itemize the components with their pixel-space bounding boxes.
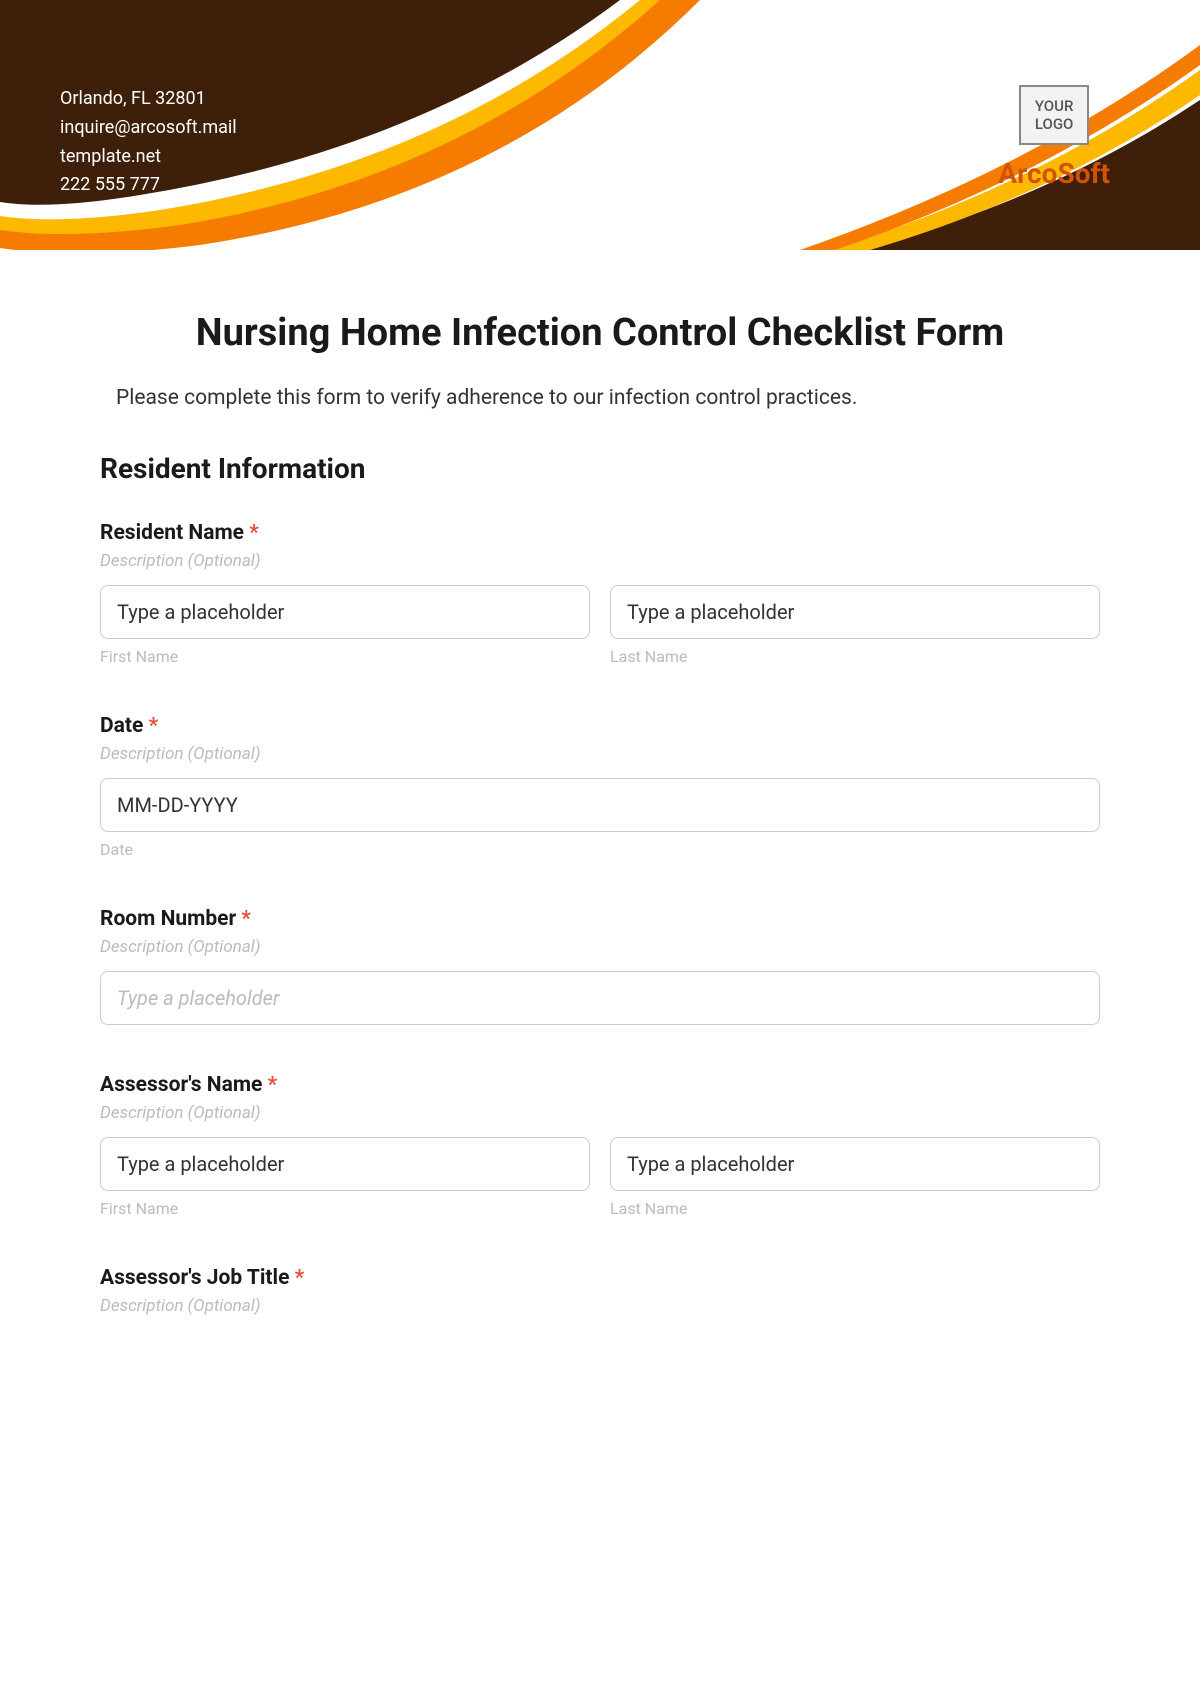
logo-block: YOUR LOGO ArcoSoft — [998, 85, 1110, 190]
required-icon: * — [249, 521, 259, 545]
input-room-number[interactable] — [100, 971, 1100, 1025]
input-resident-first-name[interactable] — [100, 585, 590, 639]
label-assessor-job: Assessor's Job Title * — [100, 1266, 1100, 1290]
desc-resident-name: Description (Optional) — [100, 551, 1100, 571]
label-assessor-name: Assessor's Name * — [100, 1073, 1100, 1097]
required-icon: * — [268, 1073, 278, 1097]
desc-assessor-name: Description (Optional) — [100, 1103, 1100, 1123]
label-date: Date * — [100, 714, 1100, 738]
section-resident-info: Resident Information — [100, 452, 1100, 485]
logo-placeholder: YOUR LOGO — [1019, 85, 1090, 145]
sublabel-date: Date — [100, 840, 1100, 859]
company-name: ArcoSoft — [998, 157, 1110, 190]
field-assessor-job: Assessor's Job Title * Description (Opti… — [100, 1266, 1100, 1316]
label-room-number: Room Number * — [100, 907, 1100, 931]
sublabel-last-name: Last Name — [610, 647, 1100, 666]
required-icon: * — [295, 1266, 305, 1290]
desc-room-number: Description (Optional) — [100, 937, 1100, 957]
contact-info: Orlando, FL 32801 inquire@arcosoft.mail … — [60, 85, 237, 200]
required-icon: * — [149, 714, 159, 738]
input-date[interactable] — [100, 778, 1100, 832]
contact-address: Orlando, FL 32801 — [60, 85, 237, 114]
sublabel-first-name: First Name — [100, 647, 590, 666]
form-intro: Please complete this form to verify adhe… — [100, 386, 1100, 410]
field-assessor-name: Assessor's Name * Description (Optional)… — [100, 1073, 1100, 1218]
field-room-number: Room Number * Description (Optional) — [100, 907, 1100, 1025]
sublabel-assessor-first: First Name — [100, 1199, 590, 1218]
header-banner: Orlando, FL 32801 inquire@arcosoft.mail … — [0, 0, 1200, 250]
desc-date: Description (Optional) — [100, 744, 1100, 764]
input-assessor-last-name[interactable] — [610, 1137, 1100, 1191]
required-icon: * — [241, 907, 251, 931]
desc-assessor-job: Description (Optional) — [100, 1296, 1100, 1316]
contact-email: inquire@arcosoft.mail — [60, 114, 237, 143]
contact-website: template.net — [60, 143, 237, 172]
form-content: Nursing Home Infection Control Checklist… — [0, 250, 1200, 1404]
sublabel-assessor-last: Last Name — [610, 1199, 1100, 1218]
input-resident-last-name[interactable] — [610, 585, 1100, 639]
field-date: Date * Description (Optional) Date — [100, 714, 1100, 859]
field-resident-name: Resident Name * Description (Optional) F… — [100, 521, 1100, 666]
form-title: Nursing Home Infection Control Checklist… — [100, 310, 1100, 358]
contact-phone: 222 555 777 — [60, 171, 237, 200]
label-resident-name: Resident Name * — [100, 521, 1100, 545]
input-assessor-first-name[interactable] — [100, 1137, 590, 1191]
document-page: Orlando, FL 32801 inquire@arcosoft.mail … — [0, 0, 1200, 1701]
